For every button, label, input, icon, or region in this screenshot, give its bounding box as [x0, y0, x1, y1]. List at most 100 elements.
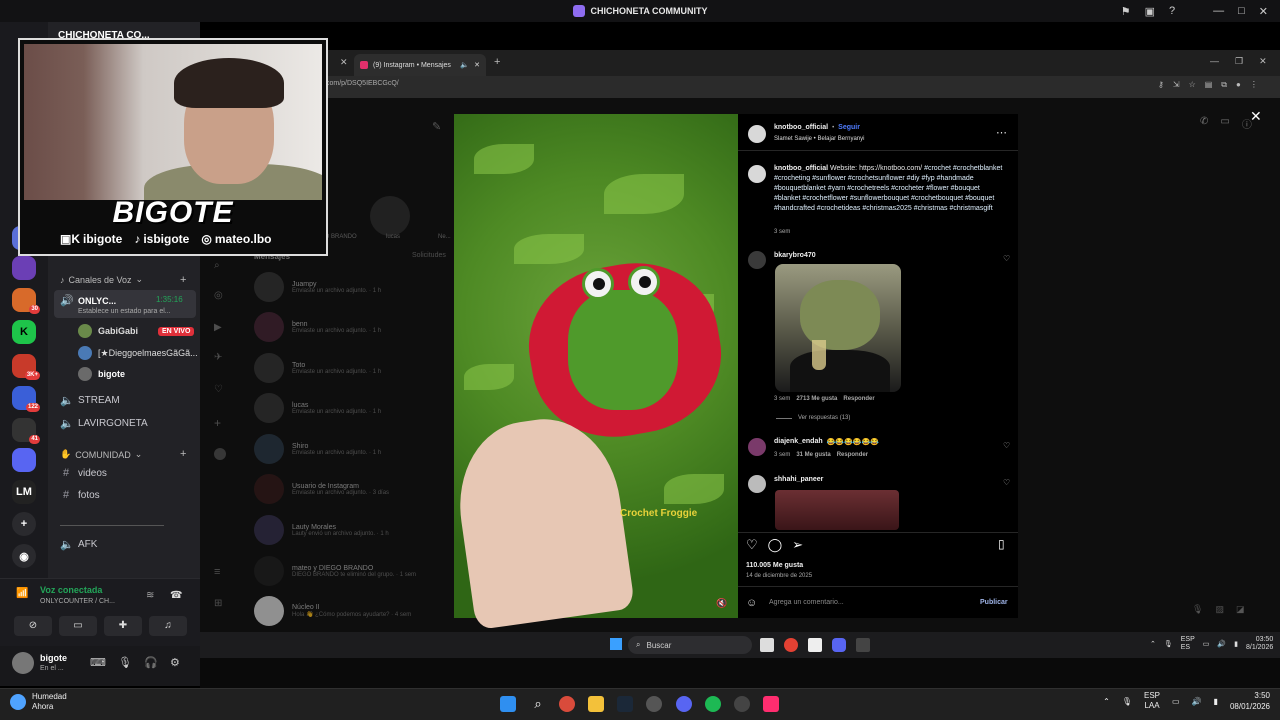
image-icon[interactable]: ▨ — [1215, 604, 1224, 615]
extensions-icon[interactable]: ⧉ — [1221, 80, 1227, 90]
avatar[interactable] — [748, 475, 766, 493]
discord-icon[interactable] — [676, 696, 692, 712]
voice-channel-afk[interactable]: 🔈 AFK — [60, 538, 97, 551]
voice-member[interactable]: bigote — [78, 367, 125, 381]
more-options-icon[interactable]: ⋯ — [996, 126, 1007, 139]
close-tab-icon[interactable]: ✕ — [340, 57, 348, 68]
close-icon[interactable]: ✕ — [1259, 5, 1268, 18]
steam-icon[interactable] — [617, 696, 633, 712]
help-icon[interactable]: ? — [1169, 5, 1175, 17]
kick-server-icon[interactable]: K — [12, 320, 36, 344]
network-icon[interactable]: ▭ — [1203, 640, 1210, 648]
reply-button[interactable]: Responder — [837, 452, 868, 458]
opera-icon[interactable] — [559, 696, 575, 712]
language-indicator[interactable]: ESP LAA — [1144, 691, 1160, 711]
comment-username[interactable]: shhahi_paneer — [774, 476, 823, 483]
settings-gear-icon[interactable]: ⚙ — [170, 656, 180, 669]
close-tab-icon[interactable]: ✕ — [474, 61, 480, 69]
comment-image[interactable] — [775, 490, 899, 530]
volume-icon[interactable]: 🔊 — [1217, 640, 1226, 648]
server-icon-g[interactable] — [12, 448, 36, 472]
share-icon[interactable]: ➢ — [792, 537, 803, 553]
activities-button[interactable]: ✚ — [104, 616, 142, 636]
server-icon-f[interactable]: 41 — [12, 418, 40, 444]
tiktok-app-icon[interactable] — [763, 696, 779, 712]
avatar[interactable] — [748, 251, 766, 269]
close-icon[interactable]: ✕ — [1259, 56, 1267, 67]
mic-icon[interactable]: 🎙 — [1164, 640, 1173, 648]
windows-start-icon[interactable] — [500, 696, 516, 712]
discover-icon[interactable]: ◉ — [12, 544, 36, 568]
server-icon-d[interactable]: 3K+ — [12, 354, 40, 380]
audio-info[interactable]: Slamet Sawije • Belajar Bernyanyi — [774, 136, 864, 142]
file-icon[interactable] — [808, 638, 822, 652]
sidebar-icon[interactable]: ▤ — [1205, 80, 1213, 90]
video-icon[interactable]: ▭ — [1220, 116, 1229, 131]
audio-icon[interactable]: 🔈 — [460, 61, 469, 69]
inbox-icon[interactable]: ▣ — [1145, 5, 1155, 18]
soundboard-button[interactable]: ♫ — [149, 616, 187, 636]
windows-start-icon[interactable] — [610, 638, 622, 650]
avatar[interactable] — [748, 165, 766, 183]
captured-clock[interactable]: 03:50 8/1/2026 — [1246, 636, 1273, 652]
gamepad-icon[interactable]: ⌨ — [90, 656, 106, 669]
search-icon[interactable]: ⌕ — [530, 696, 546, 712]
maximize-icon[interactable]: □ — [1238, 5, 1245, 17]
add-channel-icon[interactable]: + — [180, 448, 186, 460]
voice-channel-path[interactable]: ONLYCOUNTER / CH... — [40, 598, 115, 605]
emoji-icon[interactable]: ☺ — [746, 597, 757, 609]
key-icon[interactable]: ⚷ — [1158, 80, 1164, 90]
comment-icon[interactable]: ◯ — [768, 537, 783, 553]
like-icon[interactable]: ♡ — [746, 537, 758, 553]
caption-hashtags[interactable]: #crochet #crochetblanket #crocheting #su… — [774, 165, 1002, 212]
post-username[interactable]: knotboo_official — [774, 124, 828, 131]
file-explorer-icon[interactable] — [588, 696, 604, 712]
avatar[interactable] — [12, 652, 34, 674]
comment-likes[interactable]: 2713 Me gusta — [796, 396, 837, 402]
task-view-icon[interactable] — [760, 638, 774, 652]
tab-instagram[interactable]: (9) Instagram • Mensajes 🔈 ✕ — [354, 54, 486, 76]
close-modal-icon[interactable]: ✕ — [1250, 108, 1262, 125]
publish-button[interactable]: Publicar — [980, 599, 1008, 606]
voice-member[interactable]: GabiGabi EN VIVO — [78, 324, 195, 338]
voice-channel-lavirgoneta[interactable]: 🔈 LAVIRGONETA — [60, 417, 148, 430]
clock[interactable]: 3:50 08/01/2026 — [1230, 690, 1270, 712]
battery-icon[interactable]: ▮ — [1214, 697, 1218, 706]
like-count[interactable]: 110.005 Me gusta — [746, 562, 803, 569]
comment-username[interactable]: bkarybro470 — [774, 252, 816, 259]
menu-icon[interactable]: ⋮ — [1250, 80, 1258, 90]
flag-icon[interactable]: ⚑ — [1121, 5, 1131, 18]
url-text[interactable]: com/p/DSQ5IEBCGcQ/ — [326, 80, 399, 87]
minimize-icon[interactable]: — — [1210, 56, 1219, 67]
voice-category[interactable]: ♪ Canales de Voz ⌄ — [60, 274, 143, 285]
weather-widget[interactable]: Humedad Ahora — [10, 692, 67, 712]
follow-button[interactable]: Seguir — [838, 124, 860, 131]
discord-icon[interactable] — [832, 638, 846, 652]
comment-input[interactable]: Agrega un comentario... — [769, 599, 844, 606]
mic-icon[interactable]: 🎙 — [1122, 697, 1132, 706]
disconnect-icon[interactable]: ☎ — [170, 590, 182, 601]
view-replies[interactable]: Ver respuestas (13) — [776, 415, 850, 421]
gear-app-icon[interactable] — [734, 696, 750, 712]
add-channel-icon[interactable]: + — [180, 274, 186, 286]
like-comment-icon[interactable]: ♡ — [1003, 478, 1010, 487]
like-comment-icon[interactable]: ♡ — [1003, 441, 1010, 450]
restore-icon[interactable]: ❐ — [1235, 56, 1243, 67]
save-bookmark-icon[interactable]: ▯ — [998, 537, 1005, 551]
new-tab-icon[interactable]: + — [494, 56, 500, 68]
captured-search[interactable]: ⌕ Buscar — [628, 636, 752, 654]
like-comment-icon[interactable]: ♡ — [1003, 254, 1010, 263]
server-icon-b[interactable] — [12, 256, 36, 280]
camera-off-button[interactable]: ⊘ — [14, 616, 52, 636]
text-channel-videos[interactable]: # videos — [60, 467, 107, 479]
reply-button[interactable]: Responder — [843, 396, 874, 402]
server-lm[interactable]: LM — [12, 480, 36, 504]
voice-member[interactable]: [★Dieggoelmaes​Gã​Gã... — [78, 346, 198, 360]
network-icon[interactable]: ▭ — [1172, 697, 1180, 706]
username[interactable]: bigote — [40, 653, 67, 663]
spotify-icon[interactable] — [705, 696, 721, 712]
volume-icon[interactable]: 🔊 — [1192, 697, 1202, 706]
server-icon-c[interactable]: 30 — [12, 288, 40, 314]
language-indicator[interactable]: ESP ES — [1181, 636, 1195, 652]
comment-username[interactable]: diajenk_endah — [774, 438, 823, 446]
